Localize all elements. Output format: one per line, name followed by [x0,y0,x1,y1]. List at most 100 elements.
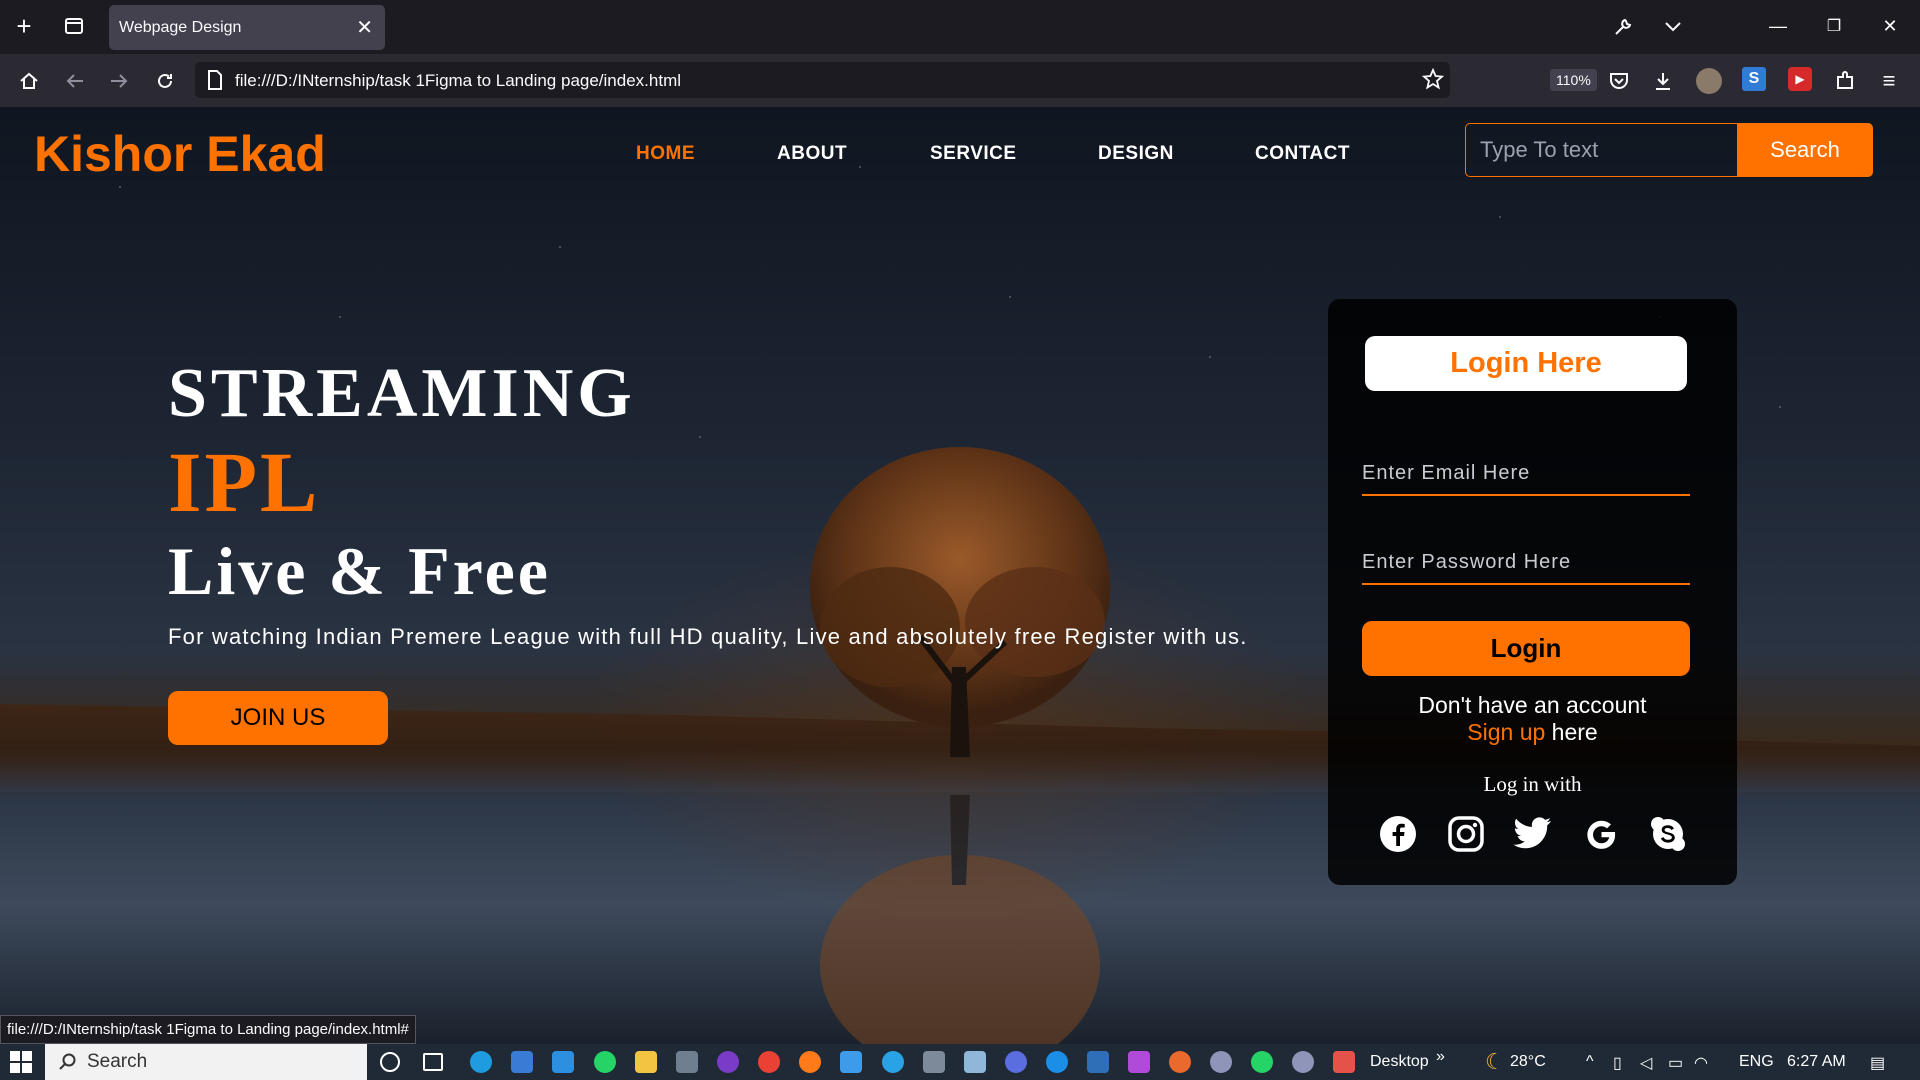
camera-icon[interactable] [676,1051,698,1073]
tree-reflection-image [820,795,1100,1044]
app-grey-icon[interactable] [1210,1051,1232,1073]
file-explorer-icon[interactable] [635,1051,657,1073]
extensions-puzzle-icon[interactable] [1832,68,1858,94]
windows-taskbar: Search Desktop » ☾ 28°C ^ ▯ ◁ ▭ ◠ ENG 6:… [0,1044,1920,1080]
search-icon [59,1053,76,1070]
hero-tagline: For watching Indian Premere League with … [168,624,1248,649]
hero-heading-streaming: STREAMING [168,355,636,432]
log-in-with-label: Log in with [1483,772,1582,796]
tray-chevron-up-icon[interactable]: ^ [1586,1053,1594,1071]
language-label[interactable]: ENG [1739,1053,1774,1071]
site-search: Search [1465,123,1873,177]
tab-close-icon[interactable]: ✕ [356,15,373,40]
firefox-icon[interactable] [799,1051,821,1073]
notification-icon[interactable]: ▤ [1870,1053,1885,1073]
login-button[interactable]: Login [1362,621,1690,676]
media-app-icon[interactable] [717,1051,739,1073]
facebook-icon[interactable] [1378,814,1418,854]
signup-line: Sign up here [1328,719,1737,746]
browser-tab-bar: + Webpage Design ✕ — ❐ ✕ [0,0,1920,54]
store-icon[interactable] [511,1051,533,1073]
whatsapp-2-icon[interactable] [1251,1051,1273,1073]
nav-contact[interactable]: CONTACT [1255,143,1350,165]
reload-icon[interactable] [152,68,178,94]
google-icon[interactable] [1581,814,1621,854]
wrench-icon[interactable] [1610,14,1636,40]
hero-heading-live-free: Live & Free [168,533,551,609]
tab-list-button[interactable] [60,12,88,40]
status-link-tooltip: file:///D:/INternship/task 1Figma to Lan… [0,1015,416,1044]
browser-tab[interactable]: Webpage Design ✕ [109,5,385,50]
login-card: Login Here Login Don't have an account S… [1328,299,1737,885]
nav-home[interactable]: HOME [636,143,695,165]
email-field[interactable] [1362,452,1690,496]
app-orange-icon[interactable] [1169,1051,1191,1073]
restore-button[interactable]: ❐ [1820,12,1848,40]
join-us-button[interactable]: JOIN US [168,691,388,745]
extension-video-icon[interactable]: ▶ [1788,67,1812,91]
volume-icon[interactable]: ◁ [1640,1053,1652,1073]
signup-prompt: Don't have an account Sign up here [1328,692,1737,746]
instagram-icon[interactable] [1446,814,1486,854]
download-icon[interactable] [1650,68,1676,94]
taskbar-search-box[interactable]: Search [45,1044,367,1080]
home-icon[interactable] [16,68,42,94]
minimize-button[interactable]: — [1764,12,1792,40]
nav-about[interactable]: ABOUT [777,143,847,165]
nav-design[interactable]: DESIGN [1098,143,1174,165]
pocket-icon[interactable] [1606,68,1632,94]
task-view-icon[interactable] [423,1053,443,1071]
desktop-toolbar-label[interactable]: Desktop [1370,1053,1429,1071]
telegram-icon[interactable] [882,1051,904,1073]
signup-link[interactable]: Sign up [1467,719,1545,745]
url-text: file:///D:/INternship/task 1Figma to Lan… [235,71,682,90]
chevron-down-icon[interactable] [1660,14,1686,40]
forward-arrow-icon[interactable] [106,68,132,94]
url-bar[interactable]: file:///D:/INternship/task 1Figma to Lan… [195,62,1597,98]
page-icon [207,70,223,95]
app-purple-icon[interactable] [1005,1051,1027,1073]
signup-suffix: here [1545,719,1598,745]
app-magenta-icon[interactable] [1128,1051,1150,1073]
twitter-icon[interactable] [1513,814,1553,854]
zoom-level[interactable]: 110% [1550,69,1597,91]
whatsapp-icon[interactable] [594,1051,616,1073]
app-red-icon[interactable] [1333,1051,1355,1073]
wifi-icon[interactable]: ◠ [1694,1053,1708,1073]
windows-start-icon[interactable] [10,1051,32,1073]
tray-device-icon[interactable]: ▯ [1613,1053,1622,1073]
skype-icon[interactable] [1648,814,1688,854]
nav-service[interactable]: SERVICE [930,143,1017,165]
chrome-icon[interactable] [758,1051,780,1073]
bookmark-star-icon[interactable] [1420,66,1446,92]
new-tab-button[interactable]: + [10,11,38,41]
profile-avatar[interactable] [1696,68,1722,94]
calculator-icon[interactable] [923,1051,945,1073]
edge-icon[interactable] [470,1051,492,1073]
app-grey-2-icon[interactable] [1292,1051,1314,1073]
brand-logo-text[interactable]: Kishor Ekad [34,125,326,183]
notes-icon[interactable] [964,1051,986,1073]
safari-like-icon[interactable] [1046,1051,1068,1073]
tab-title: Webpage Design [119,18,242,36]
hamburger-menu-icon[interactable]: ≡ [1876,68,1902,94]
hero-heading-ipl: IPL [168,434,321,530]
close-window-button[interactable]: ✕ [1876,12,1904,40]
browser-nav-bar: file:///D:/INternship/task 1Figma to Lan… [0,54,1920,107]
search-button[interactable]: Search [1737,123,1873,177]
taskbar-search-label: Search [87,1051,148,1072]
password-field[interactable] [1362,541,1690,585]
battery-icon[interactable]: ▭ [1668,1053,1683,1073]
clock-label[interactable]: 6:27 AM [1787,1053,1846,1071]
login-title: Login Here [1365,336,1687,391]
extension-s-icon[interactable]: S [1742,67,1766,91]
search-input[interactable] [1465,123,1737,177]
app-blue-icon[interactable] [840,1051,862,1073]
vscode-icon[interactable] [1087,1051,1109,1073]
mail-icon[interactable] [552,1051,574,1073]
cortana-icon[interactable] [380,1052,400,1072]
back-arrow-icon[interactable] [62,68,88,94]
social-login-row [1378,814,1688,854]
chevron-right-icon[interactable]: » [1436,1048,1445,1066]
temperature-label[interactable]: 28°C [1510,1053,1546,1071]
